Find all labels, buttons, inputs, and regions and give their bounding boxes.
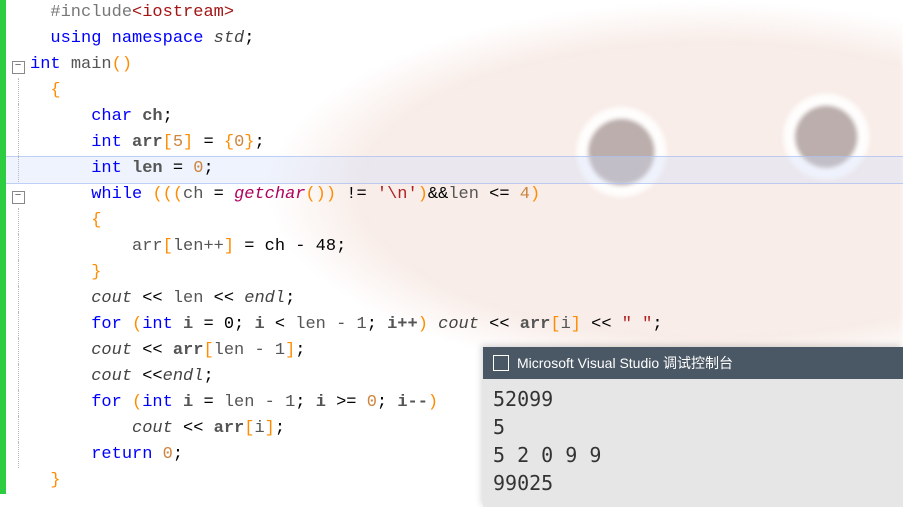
code-text: cout << arr[i]; <box>30 416 285 442</box>
console-line: 99025 <box>493 471 553 495</box>
gutter <box>6 312 30 338</box>
console-output[interactable]: 52099 5 5 2 0 9 9 99025 <box>483 379 903 507</box>
gutter <box>6 338 30 364</box>
code-text: } <box>30 260 101 286</box>
debug-console-window[interactable]: Microsoft Visual Studio 调试控制台 52099 5 5 … <box>483 347 903 507</box>
code-line[interactable]: using namespace std; <box>0 26 903 52</box>
code-text: for (int i = 0; i < len - 1; i++) cout <… <box>30 312 663 338</box>
console-title-text: Microsoft Visual Studio 调试控制台 <box>517 353 733 373</box>
minus-icon[interactable]: − <box>12 191 25 204</box>
change-margin <box>0 0 6 26</box>
code-text: char ch; <box>30 104 173 130</box>
code-line[interactable]: int len = 0; <box>0 156 903 182</box>
code-text: int len = 0; <box>30 156 214 182</box>
code-line[interactable]: arr[len++] = ch - 48; <box>0 234 903 260</box>
gutter <box>6 416 30 442</box>
gutter <box>6 234 30 260</box>
change-margin <box>0 26 6 52</box>
gutter <box>6 130 30 156</box>
console-line: 52099 <box>493 387 553 411</box>
gutter <box>6 78 30 104</box>
code-text: arr[len++] = ch - 48; <box>30 234 346 260</box>
console-icon <box>493 355 509 371</box>
code-text: for (int i = len - 1; i >= 0; i--) <box>30 390 438 416</box>
code-line[interactable]: for (int i = 0; i < len - 1; i++) cout <… <box>0 312 903 338</box>
code-line[interactable]: { <box>0 78 903 104</box>
code-text: } <box>30 468 61 494</box>
code-text: #include<iostream> <box>30 0 234 26</box>
gutter <box>6 390 30 416</box>
gutter <box>6 208 30 234</box>
code-text: cout << arr[len - 1]; <box>30 338 305 364</box>
code-text: cout << len << endl; <box>30 286 295 312</box>
gutter <box>6 260 30 286</box>
code-text: int main() <box>30 52 132 78</box>
code-text: return 0; <box>30 442 183 468</box>
code-text: int arr[5] = {0}; <box>30 130 265 156</box>
code-line[interactable]: − while (((ch = getchar()) != '\n')&&len… <box>0 182 903 208</box>
code-line[interactable]: { <box>0 208 903 234</box>
code-line[interactable]: int arr[5] = {0}; <box>0 130 903 156</box>
gutter <box>6 156 30 182</box>
code-line[interactable]: #include<iostream> <box>0 0 903 26</box>
console-line: 5 2 0 9 9 <box>493 443 601 467</box>
code-line[interactable]: − int main() <box>0 52 903 78</box>
code-line[interactable]: cout << len << endl; <box>0 286 903 312</box>
gutter <box>6 364 30 390</box>
code-text: using namespace std; <box>30 26 254 52</box>
code-line[interactable]: char ch; <box>0 104 903 130</box>
code-text: { <box>30 208 101 234</box>
console-titlebar[interactable]: Microsoft Visual Studio 调试控制台 <box>483 347 903 379</box>
gutter <box>6 104 30 130</box>
gutter[interactable]: − <box>6 52 30 78</box>
code-text: cout <<endl; <box>30 364 214 390</box>
change-margin <box>0 468 6 494</box>
code-text: { <box>30 78 61 104</box>
minus-icon[interactable]: − <box>12 61 25 74</box>
gutter <box>6 286 30 312</box>
code-line[interactable]: } <box>0 260 903 286</box>
code-text: while (((ch = getchar()) != '\n')&&len <… <box>30 182 540 208</box>
gutter <box>6 442 30 468</box>
console-line: 5 <box>493 415 505 439</box>
gutter[interactable]: − <box>6 182 30 208</box>
